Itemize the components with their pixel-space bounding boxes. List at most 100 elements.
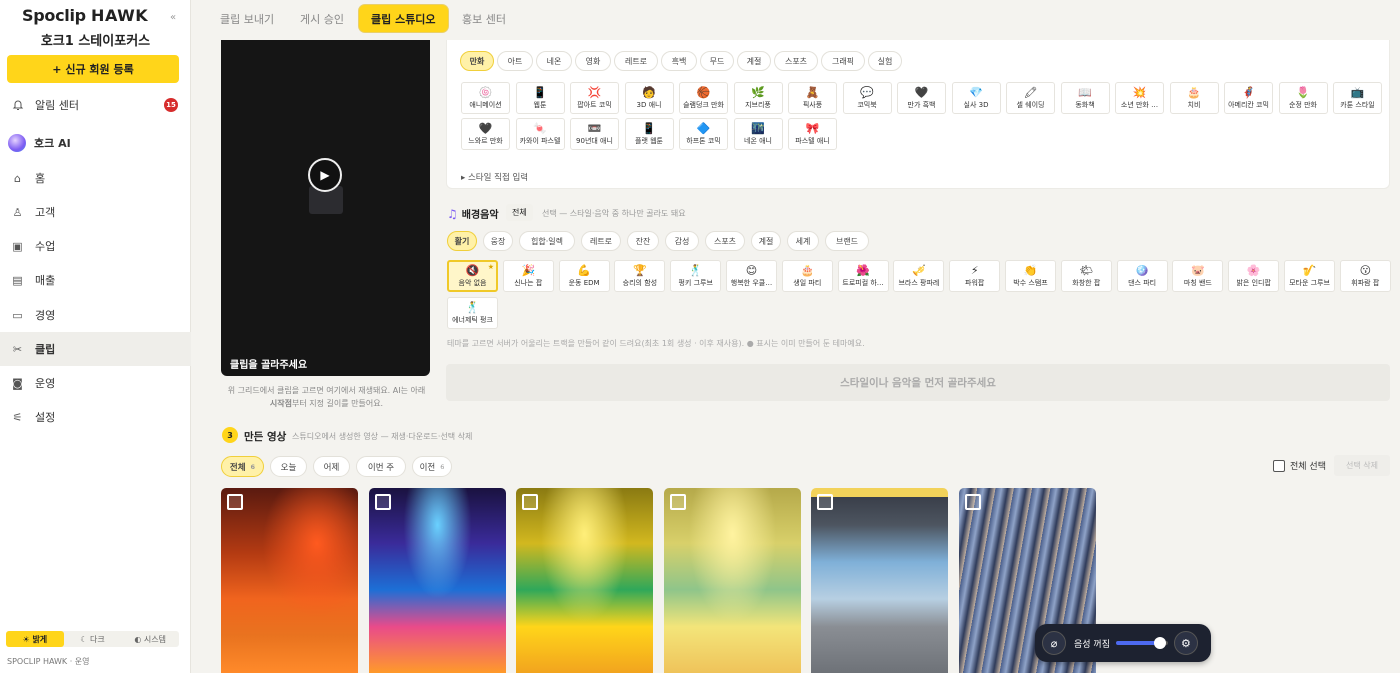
style-card[interactable]: 🎂 치비	[1169, 82, 1219, 114]
video-thumbnail[interactable]	[811, 488, 948, 673]
music-card[interactable]: 🏆 승리의 함성	[614, 260, 666, 292]
theme-system-button[interactable]: ◐ 시스템	[121, 631, 179, 647]
theme-light-button[interactable]: ☀ 밝게	[6, 631, 64, 647]
music-card[interactable]: 🕺 펑키 그루브	[670, 260, 722, 292]
style-category-chip[interactable]: 흑백	[661, 51, 697, 71]
delete-selected-button[interactable]: 선택 삭제	[1334, 455, 1390, 476]
style-card[interactable]: 💢 팝아트 코믹	[570, 82, 619, 114]
sidebar-item-7[interactable]: ⚟ 설정	[0, 400, 191, 434]
style-card[interactable]: 🦸 아메리칸 코믹	[1224, 82, 1273, 114]
style-category-chip[interactable]: 레트로	[614, 51, 658, 71]
style-card[interactable]: 🔷 하프톤 코믹	[679, 118, 728, 150]
date-filter-chip[interactable]: 전체 6	[221, 456, 264, 477]
style-card[interactable]: 💬 코믹북	[842, 82, 892, 114]
register-member-button[interactable]: + 신규 회원 등록	[7, 55, 179, 83]
style-card[interactable]: 🖍 셀 쉐이딩	[1006, 82, 1055, 114]
music-category-chip[interactable]: 힙합·일렉	[519, 231, 575, 251]
style-card[interactable]: 🖤 느와르 만화	[461, 118, 510, 150]
style-card[interactable]: 🌷 순정 만화	[1278, 82, 1328, 114]
music-category-chip[interactable]: 브랜드	[825, 231, 869, 251]
tab-send-clip[interactable]: 클립 보내기	[208, 4, 286, 33]
volume-slider[interactable]	[1115, 637, 1168, 649]
style-card[interactable]: 🌃 네온 애니	[733, 118, 783, 150]
generate-button[interactable]: 스타일이나 음악을 먼저 골라주세요	[446, 364, 1390, 401]
style-category-chip[interactable]: 계절	[737, 51, 771, 71]
select-all[interactable]: 전체 선택	[1273, 459, 1326, 472]
volume-knob[interactable]	[1154, 637, 1167, 649]
music-category-chip[interactable]: 스포츠	[705, 231, 745, 251]
music-category-chip[interactable]: 계절	[751, 231, 781, 251]
thumbnail-checkbox[interactable]	[522, 494, 538, 510]
style-card[interactable]: 📱 웹툰	[515, 82, 565, 114]
music-category-chip[interactable]: 잔잔	[627, 231, 659, 251]
style-card[interactable]: 💎 실사 3D	[951, 82, 1001, 114]
style-category-chip[interactable]: 아트	[497, 51, 533, 71]
style-card[interactable]: 🎀 파스텔 애니	[788, 118, 837, 150]
music-card[interactable]: 🎂 생일 파티	[781, 260, 833, 292]
thumbnail-checkbox[interactable]	[375, 494, 391, 510]
sidebar-item-6[interactable]: ◙ 운영	[0, 366, 191, 400]
date-filter-chip[interactable]: 이전 6	[412, 456, 452, 477]
sidebar-item-3[interactable]: ▤ 매출	[0, 263, 191, 297]
style-category-chip[interactable]: 영화	[575, 51, 611, 71]
style-card[interactable]: 🍥 애니메이션	[461, 82, 510, 114]
style-card[interactable]: 📼 90년대 애니	[570, 118, 619, 150]
collapse-sidebar-icon[interactable]: «	[170, 12, 176, 23]
sidebar-item-5[interactable]: ✂ 클립	[0, 332, 191, 366]
music-card[interactable]: 👏 박수 스탬프	[1005, 260, 1056, 292]
music-card[interactable]: 😊 행복한 우클…	[726, 260, 777, 292]
thumbnail-checkbox[interactable]	[817, 494, 833, 510]
thumbnail-checkbox[interactable]	[227, 494, 243, 510]
sidebar-item-0[interactable]: ⌂ 홈	[0, 161, 191, 195]
video-thumbnail[interactable]	[221, 488, 358, 673]
style-category-chip[interactable]: 만화	[460, 51, 494, 71]
style-card[interactable]: 🖤 만가 흑백	[897, 82, 946, 114]
date-filter-chip[interactable]: 어제	[313, 456, 350, 477]
style-card[interactable]: 🍬 카와이 파스텔	[515, 118, 565, 150]
music-card[interactable]: 🐷 마칭 밴드	[1172, 260, 1224, 292]
date-filter-chip[interactable]: 이번 주	[356, 456, 406, 477]
music-card[interactable]: 🕺 에너제틱 펑크	[447, 297, 498, 329]
music-category-chip[interactable]: 세계	[787, 231, 819, 251]
style-category-chip[interactable]: 실험	[868, 51, 902, 71]
custom-style-toggle[interactable]: ▸ 스타일 직접 입력	[461, 171, 528, 183]
music-category-chip[interactable]: 웅장	[483, 231, 513, 251]
tab-promo-center[interactable]: 홍보 센터	[450, 4, 518, 33]
style-card[interactable]: 🌿 지브리풍	[733, 82, 783, 114]
music-card[interactable]: 🎺 브라스 팡파레	[893, 260, 945, 292]
date-filter-chip[interactable]: 오늘	[270, 456, 307, 477]
play-icon[interactable]: ▶	[308, 158, 342, 192]
logo[interactable]: Spoclip HAWK	[22, 6, 148, 25]
style-card[interactable]: 📱 플랫 웹툰	[624, 118, 674, 150]
music-category-chip[interactable]: 레트로	[581, 231, 621, 251]
tab-clip-studio[interactable]: 클립 스튜디오	[358, 4, 449, 33]
sidebar-item-2[interactable]: ▣ 수업	[0, 229, 191, 263]
music-category-chip[interactable]: 활기	[447, 231, 477, 251]
music-card[interactable]: 🎷 모타운 그루브	[1284, 260, 1335, 292]
style-card[interactable]: 🏀 슬램덩크 만화	[679, 82, 728, 114]
style-category-chip[interactable]: 무드	[700, 51, 734, 71]
mic-off-icon[interactable]: ⌀	[1042, 631, 1066, 655]
music-card[interactable]: ⚡ 파워팝	[949, 260, 1001, 292]
nav-hawk-ai[interactable]: 호크 AI	[0, 126, 191, 160]
sidebar-item-1[interactable]: ♙ 고객	[0, 195, 191, 229]
gear-icon[interactable]: ⚙	[1173, 631, 1198, 655]
style-category-chip[interactable]: 스포츠	[774, 51, 818, 71]
music-card[interactable]: 🌤 화창한 팝	[1060, 260, 1112, 292]
style-card[interactable]: 📖 동화책	[1060, 82, 1110, 114]
style-card[interactable]: 🧸 픽사풍	[788, 82, 837, 114]
video-thumbnail[interactable]	[516, 488, 653, 673]
video-thumbnail[interactable]	[369, 488, 506, 673]
style-card[interactable]: 🧑 3D 애니	[624, 82, 674, 114]
sidebar-item-4[interactable]: ▭ 경영	[0, 298, 191, 332]
music-card[interactable]: 🌸 밝은 인디팝	[1228, 260, 1280, 292]
style-category-chip[interactable]: 네온	[536, 51, 572, 71]
music-card[interactable]: 💪 운동 EDM	[558, 260, 610, 292]
style-card[interactable]: 💥 소년 만화 …	[1115, 82, 1164, 114]
video-player[interactable]: ▶ 클립을 골라주세요	[221, 40, 430, 376]
select-all-checkbox[interactable]	[1273, 459, 1285, 472]
music-card[interactable]: 🪩 댄스 파티	[1116, 260, 1168, 292]
music-card[interactable]: 🔇 음악 없음 ★	[447, 260, 498, 292]
music-card[interactable]: 🌺 트로피컬 하…	[837, 260, 889, 292]
theme-dark-button[interactable]: ☾ 다크	[64, 631, 122, 647]
